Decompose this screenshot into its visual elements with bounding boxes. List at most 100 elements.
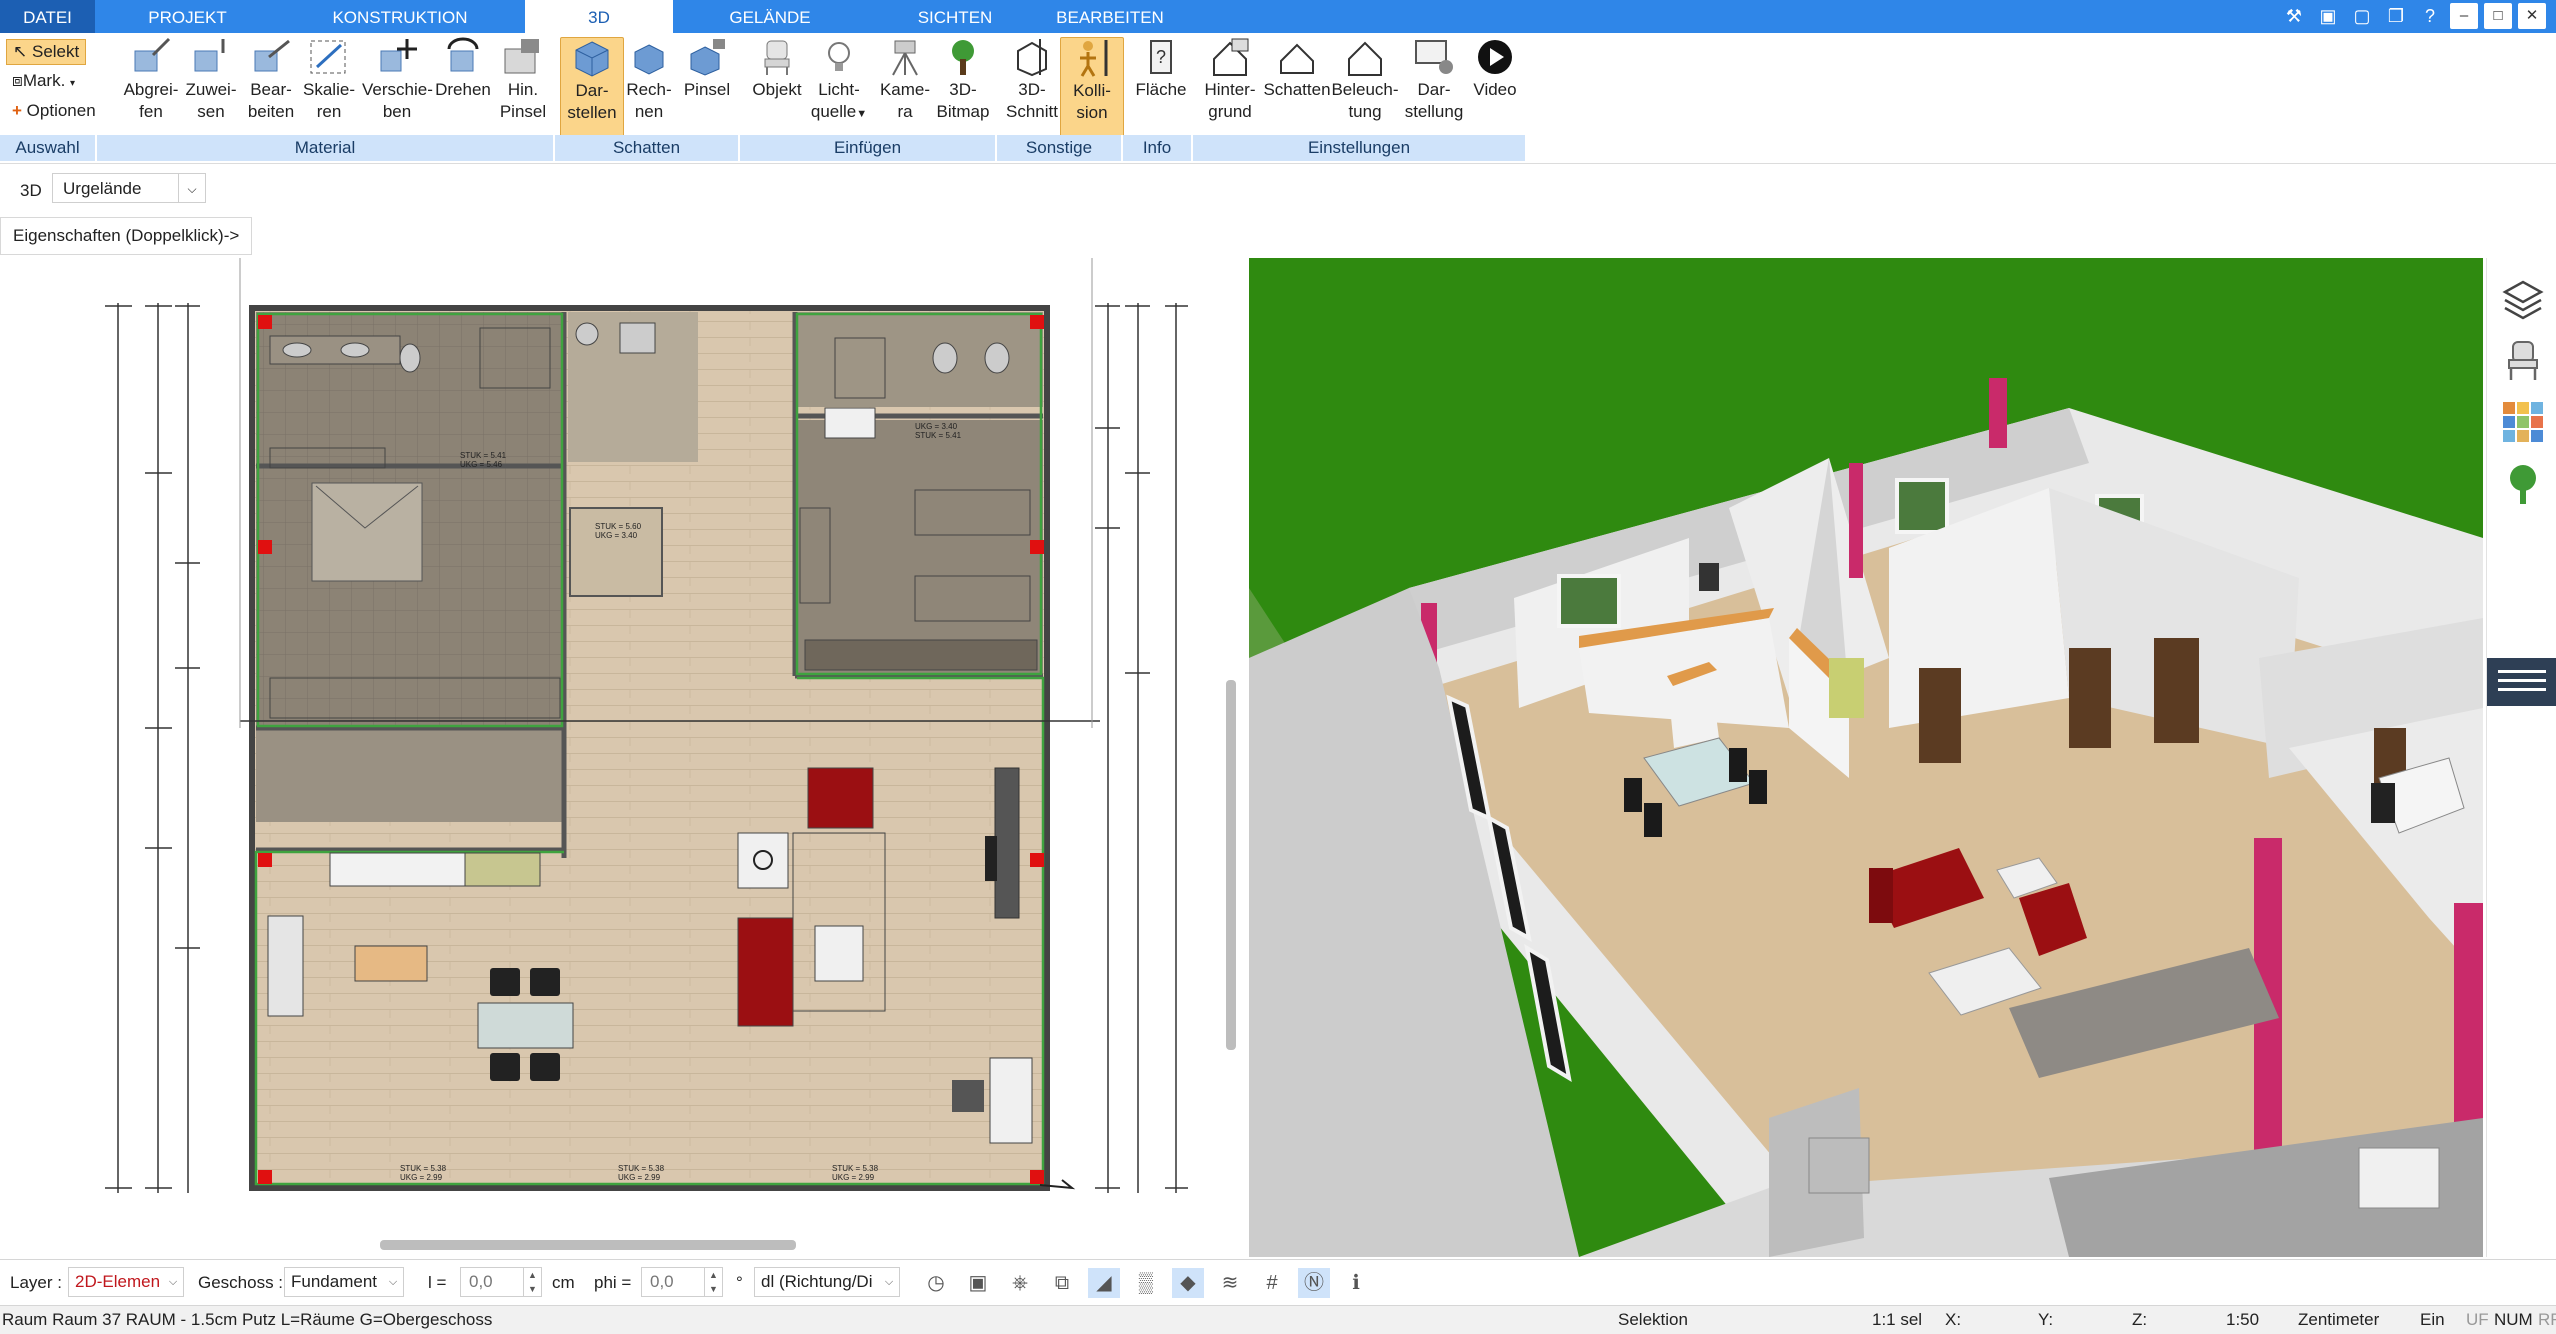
office-desk-top[interactable] xyxy=(824,407,876,439)
chair-icon[interactable] xyxy=(2501,338,2545,382)
terrain-select[interactable]: Urgelände ⌵ xyxy=(52,173,206,203)
tab-datei[interactable]: DATEI xyxy=(0,0,95,33)
horizontal-scrollbar[interactable] xyxy=(380,1240,796,1250)
plane-icon[interactable]: ◆ xyxy=(1172,1268,1204,1298)
l-input[interactable]: 0,0 xyxy=(460,1267,524,1297)
tab-bearbeiten[interactable]: BEARBEITEN xyxy=(1045,0,1175,33)
layers-icon[interactable]: ⧉ xyxy=(1046,1268,1078,1298)
hinpinsel-button[interactable]: Hin. Pinsel xyxy=(492,37,554,123)
label: Beleuch- xyxy=(1331,80,1399,99)
help-icon[interactable]: ? xyxy=(2416,3,2444,29)
schnitt3d-button[interactable]: 3D- Schnitt xyxy=(1001,37,1063,123)
sofa[interactable] xyxy=(737,917,794,1027)
tab-gelaende[interactable]: GELÄNDE xyxy=(700,0,840,33)
room-office[interactable] xyxy=(795,420,1043,675)
chevron-down-icon[interactable]: ⌵ xyxy=(383,1268,403,1296)
objekt-button[interactable]: Objekt xyxy=(746,37,808,101)
darstellung-button[interactable]: Dar-stellung xyxy=(1402,37,1466,123)
label: 3D- xyxy=(949,80,977,99)
mark-icon: ⧈ xyxy=(12,71,23,90)
terrain-icon[interactable]: ≋ xyxy=(1214,1268,1246,1298)
layers-icon[interactable] xyxy=(2501,276,2545,320)
floor-plan-view[interactable]: STUK = 5.38 UKG = 2.99 STUK = 5.38 UKG =… xyxy=(0,258,1225,1233)
chevron-down-icon[interactable]: ⌵ xyxy=(163,1268,183,1296)
phi-spinner[interactable]: ▲ ▼ xyxy=(705,1267,723,1297)
door-3d xyxy=(2069,648,2111,748)
armchair[interactable] xyxy=(807,767,874,829)
label: Zuwei- xyxy=(185,80,237,99)
minimize-icon[interactable]: – xyxy=(2450,3,2478,29)
maximize-icon[interactable]: □ xyxy=(2484,3,2512,29)
rechnen-button[interactable]: Rech-nen xyxy=(618,37,680,123)
coffee-table[interactable] xyxy=(814,925,864,982)
drehen-button[interactable]: Drehen xyxy=(432,37,494,101)
info-icon[interactable]: ℹ xyxy=(1340,1268,1372,1298)
roof-icon[interactable]: ◢ xyxy=(1088,1268,1120,1298)
grid-icon[interactable]: # xyxy=(1256,1268,1288,1298)
camera-icon xyxy=(892,40,918,76)
dining-table[interactable] xyxy=(477,1002,574,1049)
select-button[interactable]: ↖ Selekt xyxy=(6,39,87,65)
desk-corner[interactable] xyxy=(989,1057,1033,1144)
phi-input[interactable]: 0,0 xyxy=(641,1267,705,1297)
chevron-down-icon[interactable]: ⌵ xyxy=(178,174,205,202)
zuweisen-button[interactable]: Zuwei-sen xyxy=(180,37,242,123)
pinsel-button[interactable]: Pinsel xyxy=(676,37,738,101)
restore-icon[interactable]: ❐ xyxy=(2382,3,2410,29)
hintergrund-button[interactable]: Hinter-grund xyxy=(1198,37,1262,123)
kitchen-island[interactable] xyxy=(354,945,428,982)
geschoss-select[interactable]: Fundament ⌵ xyxy=(284,1267,404,1297)
direction-select[interactable]: dl (Richtung/Di ⌵ xyxy=(754,1267,900,1297)
material-palette-icon[interactable] xyxy=(2501,400,2545,444)
clock-icon[interactable]: ◷ xyxy=(920,1268,952,1298)
mark-button[interactable]: ⧈Mark. ▾ xyxy=(6,69,81,93)
tab-konstruktion[interactable]: KONSTRUKTION xyxy=(310,0,490,33)
chevron-down-icon[interactable]: ⌵ xyxy=(879,1268,899,1296)
bed[interactable] xyxy=(311,482,423,582)
hatch-icon[interactable]: ▒ xyxy=(1130,1268,1162,1298)
vertical-scrollbar[interactable] xyxy=(1226,680,1236,1050)
l-spinner[interactable]: ▲ ▼ xyxy=(524,1267,542,1297)
floor-plan-canvas[interactable]: STUK = 5.38 UKG = 2.99 STUK = 5.38 UKG =… xyxy=(0,258,1225,1233)
north-icon[interactable]: Ⓝ xyxy=(1298,1268,1330,1298)
abgreifen-button[interactable]: Abgrei-fen xyxy=(120,37,182,123)
close-icon[interactable]: ✕ xyxy=(2518,3,2546,29)
skalieren-button[interactable]: Skalie-ren xyxy=(298,37,360,123)
camera-icon[interactable]: ⎈ xyxy=(1004,1268,1036,1298)
darstellen-button[interactable]: Dar-stellen xyxy=(560,37,624,137)
layer-select[interactable]: 2D-Elemen ⌵ xyxy=(68,1267,184,1297)
label: Rech- xyxy=(626,80,672,99)
monitor-icon[interactable]: ▣ xyxy=(962,1268,994,1298)
kamera-button[interactable]: Kame-ra xyxy=(874,37,936,123)
tab-projekt[interactable]: PROJEKT xyxy=(115,0,260,33)
bitmap3d-button[interactable]: 3D- Bitmap xyxy=(932,37,994,123)
bearbeiten-button[interactable]: Bear-beiten xyxy=(240,37,302,123)
room-hall[interactable] xyxy=(256,728,564,822)
kollision-button[interactable]: Kolli-sion xyxy=(1060,37,1124,137)
label: Video xyxy=(1473,80,1517,99)
schatten-button[interactable]: Schatten xyxy=(1262,37,1332,101)
beleuchtung-button[interactable]: Beleuch-tung xyxy=(1330,37,1400,123)
options-button[interactable]: + Optionen xyxy=(6,99,102,123)
tools-icon[interactable]: ⚒ xyxy=(2280,3,2308,29)
properties-button[interactable]: Eigenschaften (Doppelklick)-> xyxy=(0,217,253,255)
tab-sichten[interactable]: SICHTEN xyxy=(885,0,1025,33)
lichtquelle-button[interactable]: Licht-quelle▼ xyxy=(808,37,870,125)
view-selector-row: 3D Urgelände ⌵ xyxy=(0,165,2556,215)
tab-3d[interactable]: 3D xyxy=(525,0,673,34)
window-3d xyxy=(1557,574,1621,628)
kitchen-side xyxy=(267,915,304,1017)
3d-scene[interactable] xyxy=(1249,258,2483,1257)
window-icon[interactable]: ▢ xyxy=(2348,3,2376,29)
window-icon[interactable]: ▣ xyxy=(2314,3,2342,29)
3d-view[interactable] xyxy=(1249,258,2483,1257)
group-einstellungen: Einstellungen xyxy=(1193,135,1527,161)
office-chair xyxy=(952,1080,984,1112)
status-mode: Selektion xyxy=(1618,1310,1688,1329)
flaeche-button[interactable]: ? Fläche xyxy=(1130,37,1192,101)
tree-icon[interactable] xyxy=(2501,462,2545,506)
panel-toggle[interactable] xyxy=(2487,658,2556,706)
status-unit: Zentimeter xyxy=(2298,1310,2380,1329)
video-button[interactable]: Video xyxy=(1464,37,1526,101)
verschieben-button[interactable]: Verschie-ben xyxy=(362,37,433,123)
